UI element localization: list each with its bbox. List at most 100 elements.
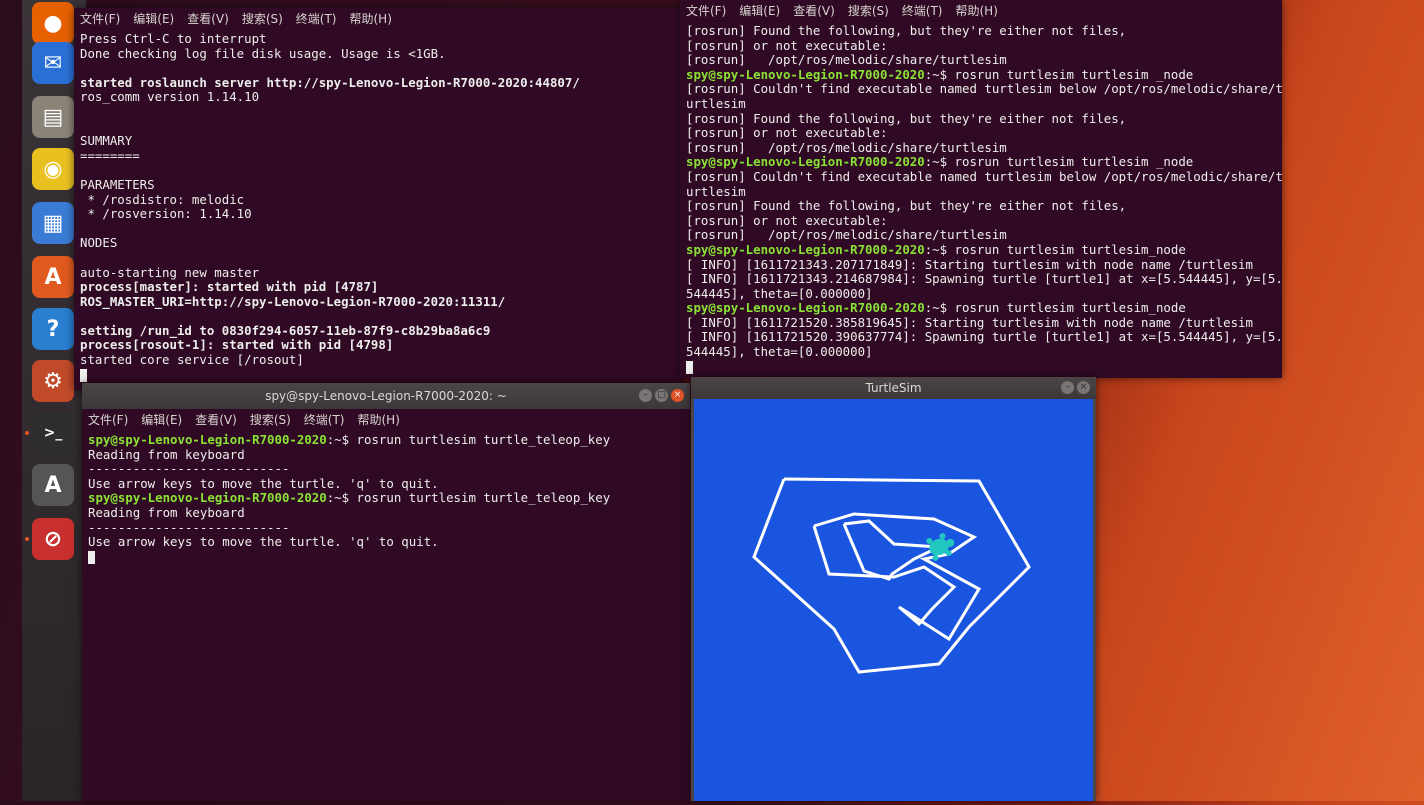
terminal-line: [rosrun] /opt/ros/melodic/share/turtlesi… [686, 228, 1276, 243]
terminal-line: Use arrow keys to move the turtle. 'q' t… [88, 534, 684, 550]
menu-item[interactable]: 终端(T) [296, 12, 337, 26]
maximize-button[interactable]: □ [655, 389, 668, 402]
terminal-output: [rosrun] Found the following, but they'r… [680, 22, 1282, 376]
line-text: :~$ rosrun turtlesim turtlesim_node [924, 241, 1186, 257]
menu-item[interactable]: 文件(F) [88, 413, 128, 427]
terminal-line: [ INFO] [1611721343.214687984]: Spawning… [686, 271, 1282, 287]
menu-item[interactable]: 帮助(H) [358, 413, 400, 427]
menu-item[interactable]: 编辑(E) [133, 12, 174, 26]
menu-item[interactable]: 查看(V) [195, 413, 237, 427]
menu-item[interactable]: 搜索(S) [848, 4, 889, 18]
terminal-line: Use arrow keys to move the turtle. 'q' t… [88, 476, 684, 492]
window-titlebar[interactable]: TurtleSim – × [691, 377, 1096, 399]
files-icon[interactable]: ▤ [32, 96, 74, 138]
prompt-user-host: spy@spy-Lenovo-Legion-R7000-2020 [686, 154, 925, 170]
terminal-line: spy@spy-Lenovo-Legion-R7000-2020:~$ rosr… [88, 491, 684, 506]
stop-app-icon[interactable]: ⊘ [32, 518, 74, 560]
line-text: --------------------------- [88, 461, 290, 477]
software-updater-icon[interactable]: A [32, 464, 74, 506]
terminal-line: auto-starting new master [80, 264, 260, 280]
line-text: [rosrun] or not executable: [686, 212, 888, 228]
terminal-line: started core service [/rosout] [80, 352, 304, 368]
terminal-output: Press Ctrl-C to interrupt Done checking l… [74, 30, 682, 384]
turtlesim-window[interactable]: TurtleSim – × [691, 377, 1096, 801]
line-text: :~$ rosrun turtlesim turtlesim _node [924, 66, 1194, 82]
settings-icon[interactable]: ⚙ [32, 360, 74, 402]
line-text: [rosrun] /opt/ros/melodic/share/turtlesi… [686, 139, 1007, 155]
terminal-line: * /rosversion: 1.14.10 [80, 206, 252, 222]
window-titlebar[interactable]: spy@spy-Lenovo-Legion-R7000-2020: ~ – □ … [82, 383, 690, 409]
terminal-line: PARAMETERS [80, 176, 155, 192]
running-indicator [25, 431, 29, 435]
terminal-line: spy@spy-Lenovo-Legion-R7000-2020:~$ rosr… [686, 241, 1276, 258]
close-button[interactable]: × [1077, 381, 1090, 394]
minimize-button[interactable]: – [1061, 381, 1074, 394]
running-indicator [25, 537, 29, 541]
line-text: Reading from keyboard [88, 446, 245, 462]
line-text: [rosrun] Found the following, but they'r… [686, 110, 1127, 126]
menubar: 文件(F) 编辑(E) 查看(V) 搜索(S) 终端(T) 帮助(H) [82, 409, 690, 431]
menu-item[interactable]: 帮助(H) [956, 4, 998, 18]
prompt-user-host: spy@spy-Lenovo-Legion-R7000-2020 [686, 300, 925, 316]
text-cursor [88, 550, 95, 564]
window-title: TurtleSim [865, 381, 922, 395]
terminal-line: urtlesim [686, 96, 1276, 112]
line-text: [ INFO] [1611721343.207171849]: Starting… [686, 256, 1253, 272]
terminal-line: spy@spy-Lenovo-Legion-R7000-2020:~$ rosr… [686, 300, 1276, 316]
roscore-terminal[interactable]: 文件(F) 编辑(E) 查看(V) 搜索(S) 终端(T) 帮助(H) Press Ctr… [74, 8, 682, 390]
terminal-line: --------------------------- [88, 519, 684, 536]
prompt-user-host: spy@spy-Lenovo-Legion-R7000-2020 [686, 241, 925, 257]
line-text: urtlesim [686, 183, 746, 199]
terminal-line: process[rosout-1]: started with pid [479… [80, 337, 394, 353]
menu-item[interactable]: 搜索(S) [250, 413, 291, 427]
terminal-line: * /rosdistro: melodic [80, 191, 245, 207]
menu-item[interactable]: 终端(T) [304, 413, 345, 427]
line-text: --------------------------- [88, 519, 290, 535]
line-text: :~$ rosrun turtlesim turtlesim_node [924, 300, 1186, 316]
libreoffice-writer-icon[interactable]: ▦ [32, 202, 74, 244]
terminal-line: started roslaunch server http://spy-Leno… [80, 74, 580, 90]
firefox-icon[interactable]: ● [32, 2, 74, 44]
help-icon[interactable]: ? [32, 308, 74, 350]
menu-item[interactable]: 文件(F) [686, 4, 726, 18]
terminal-icon[interactable]: >_ [32, 412, 74, 454]
terminal-line: spy@spy-Lenovo-Legion-R7000-2020:~$ rosr… [686, 155, 1276, 170]
menu-item[interactable]: 终端(T) [902, 4, 943, 18]
line-text: :~$ rosrun turtlesim turtlesim _node [924, 154, 1194, 170]
close-button[interactable]: × [671, 389, 684, 402]
thunderbird-icon[interactable]: ✉ [32, 42, 74, 84]
terminal-line: 544445], theta=[0.000000] [686, 344, 1276, 360]
minimize-button[interactable]: – [639, 389, 652, 402]
menu-item[interactable]: 查看(V) [187, 12, 229, 26]
terminal-line: urtlesim [686, 183, 1276, 200]
terminal-line: [rosrun] /opt/ros/melodic/share/turtlesi… [686, 139, 1276, 156]
text-cursor [80, 368, 87, 382]
menu-item[interactable]: 查看(V) [793, 4, 835, 18]
line-text: 544445], theta=[0.000000] [686, 285, 873, 301]
software-center-icon[interactable]: A [32, 256, 74, 298]
terminal-line: [rosrun] Found the following, but they'r… [686, 23, 1276, 39]
terminal-line: [rosrun] Couldn't find executable named … [686, 169, 1282, 185]
menu-item[interactable]: 帮助(H) [350, 12, 392, 26]
menu-item[interactable]: 编辑(E) [739, 4, 780, 18]
line-text: [rosrun] Found the following, but they'r… [686, 198, 1127, 214]
line-text: Reading from keyboard [88, 504, 245, 520]
teleop-terminal[interactable]: spy@spy-Lenovo-Legion-R7000-2020: ~ – □ … [82, 383, 690, 801]
terminal-output: spy@spy-Lenovo-Legion-R7000-2020:~$ rosr… [82, 431, 690, 566]
rhythmbox-icon[interactable]: ◉ [32, 148, 74, 190]
menu-item[interactable]: 搜索(S) [242, 12, 283, 26]
terminal-line: [ INFO] [1611721520.385819645]: Starting… [686, 315, 1276, 331]
turtlesim-canvas [694, 399, 1093, 801]
menu-item[interactable]: 编辑(E) [141, 413, 182, 427]
terminal-line: [ INFO] [1611721520.390637774]: Spawning… [686, 330, 1282, 345]
terminal-line: setting /run_id to 0830f294-6057-11eb-87… [80, 322, 491, 338]
rosrun-terminal[interactable]: 文件(F) 编辑(E) 查看(V) 搜索(S) 终端(T) 帮助(H) [rosrun] … [680, 0, 1282, 378]
prompt-user-host: spy@spy-Lenovo-Legion-R7000-2020 [88, 432, 327, 447]
menubar: 文件(F) 编辑(E) 查看(V) 搜索(S) 终端(T) 帮助(H) [74, 8, 682, 30]
menu-item[interactable]: 文件(F) [80, 12, 120, 26]
terminal-line: Reading from keyboard [88, 446, 684, 463]
